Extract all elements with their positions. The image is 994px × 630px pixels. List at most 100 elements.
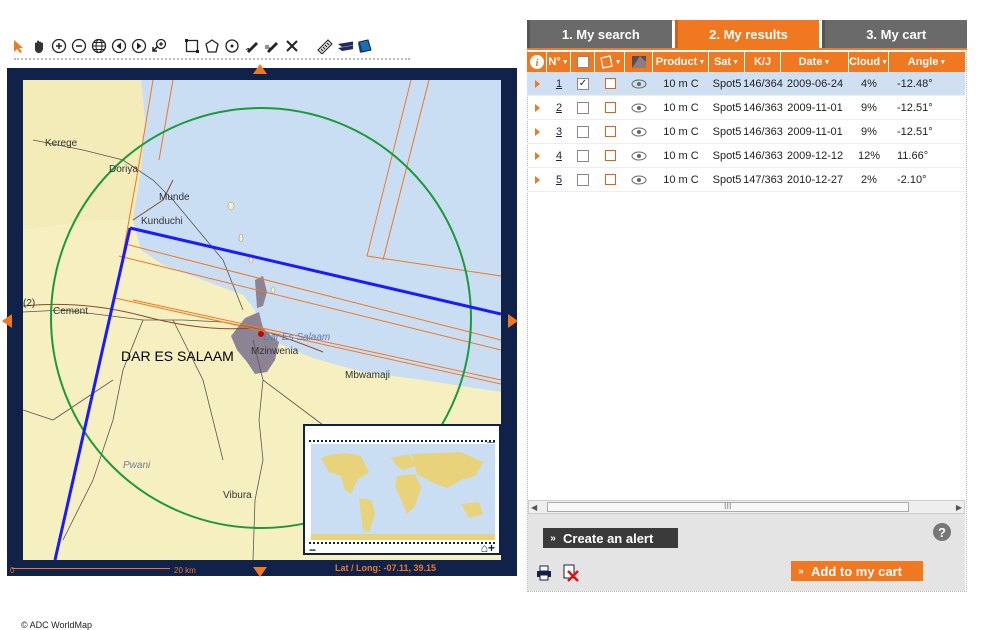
pan-hand-icon[interactable] xyxy=(30,38,47,55)
column-header-date[interactable]: Date ▼ xyxy=(781,52,849,72)
expand-row-icon[interactable] xyxy=(534,103,540,112)
map-label-kerege: Kerege xyxy=(45,138,78,149)
select-arrow-icon[interactable] xyxy=(10,38,27,55)
expand-row-icon[interactable] xyxy=(534,175,540,184)
quicklook-layer-icon xyxy=(631,56,646,68)
create-alert-button[interactable]: » Create an alert xyxy=(543,528,678,548)
cell-cloud: 12% xyxy=(857,149,881,162)
table-row[interactable]: 2 10 m C Spot5 146/363 2009-11-01 9% -12… xyxy=(527,96,965,120)
map-frame: Kerege Doriya Munde Kunduchi (2) Cement … xyxy=(7,68,517,630)
column-header-sat[interactable]: Sat ▼ xyxy=(709,52,745,72)
cell-date: 2009-12-12 xyxy=(786,149,844,162)
previous-view-icon[interactable] xyxy=(110,38,127,55)
column-header-kj[interactable]: K/J xyxy=(745,52,781,72)
help-icon[interactable]: ? xyxy=(933,523,951,541)
expand-row-icon[interactable] xyxy=(534,79,540,88)
row-number-link[interactable]: 5 xyxy=(556,174,562,186)
column-header-cloud[interactable]: Cloud ▼ xyxy=(849,52,889,72)
column-header-quicklook[interactable] xyxy=(625,52,653,72)
show-footprint-toggle[interactable] xyxy=(604,174,616,185)
overview-zoom-out-icon[interactable]: − xyxy=(309,543,316,557)
zoom-in-icon[interactable] xyxy=(50,38,67,55)
show-footprint-toggle[interactable] xyxy=(604,78,616,89)
printer-icon[interactable] xyxy=(536,565,552,584)
row-checkbox[interactable] xyxy=(577,173,589,186)
row-number-link[interactable]: 2 xyxy=(556,102,562,114)
edit-vertices-icon[interactable] xyxy=(263,38,280,55)
zoom-out-icon[interactable] xyxy=(70,38,87,55)
draw-polygon-icon[interactable] xyxy=(203,38,220,55)
pan-left-arrow-icon[interactable] xyxy=(2,314,12,328)
footprint-shape-icon xyxy=(599,55,613,69)
row-checkbox[interactable] xyxy=(577,125,589,138)
clear-shape-icon[interactable] xyxy=(283,38,300,55)
column-header-number[interactable]: N° ▼ xyxy=(547,52,571,72)
draw-circle-icon[interactable] xyxy=(223,38,240,55)
scrollbar-thumb[interactable]: III xyxy=(547,501,909,512)
table-row[interactable]: 4 10 m C Spot5 146/363 2009-12-12 12% 11… xyxy=(527,144,965,168)
cell-sat: Spot5 xyxy=(712,173,742,186)
eye-icon[interactable] xyxy=(631,103,647,113)
cell-kj: 146/363 xyxy=(743,125,783,138)
scroll-left-icon[interactable]: ◀ xyxy=(531,503,537,512)
cell-angle: -2.10° xyxy=(897,173,927,186)
info-column-header[interactable]: i xyxy=(527,52,547,72)
cell-sat: Spot5 xyxy=(712,101,742,114)
show-footprint-toggle[interactable] xyxy=(604,150,616,161)
edit-shape-icon[interactable] xyxy=(243,38,260,55)
row-checkbox[interactable]: ✓ xyxy=(577,77,589,90)
measure-ruler-icon[interactable] xyxy=(316,38,333,55)
row-number-link[interactable]: 1 xyxy=(556,78,562,90)
column-header-angle[interactable]: Angle ▼ xyxy=(889,52,965,72)
cell-kj: 146/363 xyxy=(743,149,783,162)
zoom-extent-icon[interactable] xyxy=(150,38,167,55)
draw-rectangle-icon[interactable] xyxy=(183,38,200,55)
cell-product: 10 m C xyxy=(663,149,699,162)
tab-my-results[interactable]: 2. My results xyxy=(674,20,820,48)
expand-row-icon[interactable] xyxy=(534,151,540,160)
table-row[interactable]: 5 10 m C Spot5 147/363 2010-12-27 2% -2.… xyxy=(527,168,965,192)
tab-my-search[interactable]: 1. My search xyxy=(527,20,672,48)
tab-my-cart[interactable]: 3. My cart xyxy=(822,20,968,48)
pan-right-arrow-icon[interactable] xyxy=(508,314,518,328)
add-to-cart-button[interactable]: » Add to my cart xyxy=(791,561,923,581)
cell-cloud: 9% xyxy=(861,125,877,138)
column-header-select-all[interactable] xyxy=(571,52,595,72)
column-header-product[interactable]: Product ▼ xyxy=(653,52,709,72)
show-footprint-toggle[interactable] xyxy=(604,102,616,113)
layers-stack-icon[interactable] xyxy=(336,38,353,55)
results-grid-header: i N° ▼ ▼ Product ▼ Sat ▼ K/J Date ▼ Cloud ▼ A… xyxy=(527,52,965,72)
row-number-link[interactable]: 3 xyxy=(556,126,562,138)
eye-icon[interactable] xyxy=(631,151,647,161)
eye-icon[interactable] xyxy=(631,175,647,185)
globe-icon[interactable] xyxy=(90,38,107,55)
row-checkbox[interactable] xyxy=(577,149,589,162)
double-chevron-icon: » xyxy=(798,565,804,577)
results-grid-body: 1 ✓ 10 m C Spot5 146/364 2009-06-24 4% -… xyxy=(527,72,965,192)
next-view-icon[interactable] xyxy=(130,38,147,55)
cell-kj: 146/364 xyxy=(743,77,783,90)
eye-icon[interactable] xyxy=(631,127,647,137)
eye-icon[interactable] xyxy=(631,79,647,89)
table-row[interactable]: 1 ✓ 10 m C Spot5 146/364 2009-06-24 4% -… xyxy=(527,72,965,96)
scale-start: 0 xyxy=(10,566,15,575)
overview-world-map[interactable] xyxy=(311,444,495,540)
column-header-footprint[interactable]: ▼ xyxy=(595,52,625,72)
table-row[interactable]: 3 10 m C Spot5 146/363 2009-11-01 9% -12… xyxy=(527,120,965,144)
map-label-doriya: Doriya xyxy=(109,164,138,175)
cell-date: 2009-11-01 xyxy=(787,101,843,114)
select-all-checkbox[interactable] xyxy=(576,56,589,68)
expand-row-icon[interactable] xyxy=(534,127,540,136)
pan-down-arrow-icon[interactable] xyxy=(253,567,267,577)
pan-up-arrow-icon[interactable] xyxy=(253,64,267,74)
map-book-icon[interactable] xyxy=(356,38,373,55)
scroll-right-icon[interactable]: ▶ xyxy=(956,503,962,512)
horizontal-scrollbar[interactable]: ◀ III ▶ xyxy=(528,500,965,514)
show-footprint-toggle[interactable] xyxy=(604,126,616,137)
row-number-link[interactable]: 4 xyxy=(556,150,562,162)
map-label-kunduchi: Kunduchi xyxy=(141,216,183,227)
overview-zoom-in-icon[interactable]: ⌂+ xyxy=(481,541,495,555)
delete-selection-icon[interactable] xyxy=(562,564,580,585)
row-checkbox[interactable] xyxy=(577,101,589,114)
cell-angle: -12.51° xyxy=(897,125,933,138)
